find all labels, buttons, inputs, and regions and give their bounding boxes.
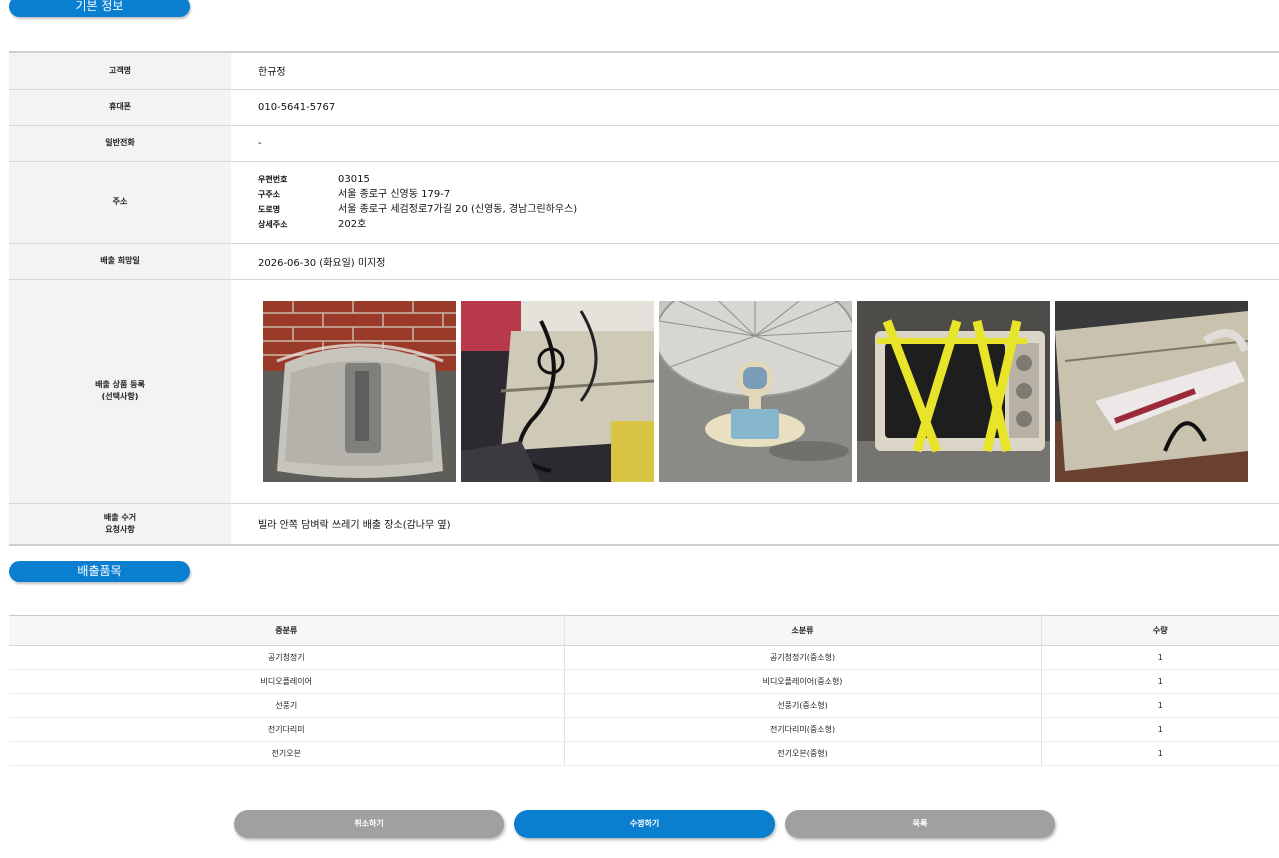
phone-label: 일반전화 bbox=[9, 125, 231, 162]
cell-quantity: 1 bbox=[1041, 717, 1279, 742]
basic-info-table: 고객명 한규정 휴대폰 010-5641-5767 일반전화 - 주소 우편번호… bbox=[9, 51, 1279, 546]
cell-quantity: 1 bbox=[1041, 645, 1279, 670]
toaster-oven-photo[interactable] bbox=[857, 300, 1050, 482]
date-label: 배출 희망일 bbox=[9, 243, 231, 280]
old-address-value: 서울 종로구 신영동 179-7 bbox=[338, 189, 451, 200]
table-row: 공기청정기 공기청정기(중소형) 1 bbox=[9, 645, 1279, 670]
cell-category: 비디오플레이어 bbox=[9, 669, 565, 694]
customer-value: 한규정 bbox=[231, 52, 1279, 90]
electric-fan-photo[interactable] bbox=[659, 300, 852, 482]
old-address-label: 구주소 bbox=[258, 190, 281, 199]
address-row: 주소 우편번호 03015 구주소 서울 종로구 신영동 179-7 도로명 서울 종… bbox=[9, 161, 1279, 244]
request-value: 빌라 안쪽 담벼락 쓰레기 배출 장소(감나무 옆) bbox=[258, 520, 451, 532]
cell-subcategory: 비디오플레이어(중소형) bbox=[564, 669, 1042, 694]
table-row: 선풍기 선풍기(중소형) 1 bbox=[9, 693, 1279, 718]
list-button[interactable]: 목록 bbox=[785, 810, 1055, 838]
request-row: 배출 수거 요청사항 빌라 안쪽 담벼락 쓰레기 배출 장소(감나무 옆) bbox=[9, 503, 1279, 545]
cell-subcategory: 선풍기(중소형) bbox=[564, 693, 1042, 718]
postcode-label: 우편번호 bbox=[258, 175, 288, 184]
cell-quantity: 1 bbox=[1041, 741, 1279, 766]
address-label: 주소 bbox=[9, 161, 231, 244]
road-address-value: 서울 종로구 세검정로7가길 20 (신영동, 경남그린하우스) bbox=[338, 204, 578, 215]
date-row: 배출 희망일 2026-06-30 (화요일) 미지정 bbox=[9, 243, 1279, 280]
table-row: 전기다리미 전기다리미(중소형) 1 bbox=[9, 717, 1279, 742]
air-purifier-photo[interactable] bbox=[263, 300, 456, 482]
detail-address-label: 상세주소 bbox=[258, 220, 288, 229]
cell-quantity: 1 bbox=[1041, 669, 1279, 694]
phone-value: - bbox=[231, 125, 1279, 162]
request-label: 배출 수거 요청사항 bbox=[9, 503, 231, 545]
col-header-quantity: 수량 bbox=[1041, 615, 1279, 646]
table-row: 비디오플레이어 비디오플레이어(중소형) 1 bbox=[9, 669, 1279, 694]
road-address-label: 도로명 bbox=[258, 205, 281, 214]
table-row: 전기오븐 전기오븐(중형) 1 bbox=[9, 741, 1279, 766]
cell-subcategory: 전기다리미(중소형) bbox=[564, 717, 1042, 742]
col-header-subcategory: 소분류 bbox=[564, 615, 1042, 646]
photos-label-line2: (선택사항) bbox=[101, 392, 139, 401]
col-header-category: 중분류 bbox=[9, 615, 565, 646]
photos-label: 배출 상품 등록 (선택사항) bbox=[9, 279, 231, 504]
mobile-label: 휴대폰 bbox=[9, 89, 231, 126]
cell-quantity: 1 bbox=[1041, 693, 1279, 718]
cancel-button[interactable]: 취소하기 bbox=[234, 810, 504, 838]
customer-label: 고객명 bbox=[9, 52, 231, 90]
detail-address-value: 202호 bbox=[338, 219, 367, 230]
photos-cell bbox=[231, 279, 1279, 504]
phone-row: 일반전화 - bbox=[9, 125, 1279, 162]
cell-subcategory: 전기오븐(중형) bbox=[564, 741, 1042, 766]
photos-label-line1: 배출 상품 등록 bbox=[95, 380, 145, 389]
postcode-value: 03015 bbox=[338, 174, 370, 185]
cell-category: 전기오븐 bbox=[9, 741, 565, 766]
date-value: 2026-06-30 (화요일) 미지정 bbox=[231, 243, 1279, 280]
request-label-line1: 배출 수거 bbox=[103, 512, 137, 522]
photo-gallery bbox=[258, 300, 1279, 482]
video-player-photo[interactable] bbox=[461, 300, 654, 482]
cell-category: 공기청정기 bbox=[9, 645, 565, 670]
cell-category: 선풍기 bbox=[9, 693, 565, 718]
request-label-line2: 요청사항 bbox=[105, 524, 135, 534]
address-block: 우편번호 03015 구주소 서울 종로구 신영동 179-7 도로명 서울 종로구 … bbox=[231, 161, 1279, 244]
electric-iron-photo[interactable] bbox=[1055, 300, 1248, 482]
basic-info-section-title: 기본 정보 bbox=[9, 0, 190, 17]
mobile-row: 휴대폰 010-5641-5767 bbox=[9, 89, 1279, 126]
items-table: 중분류 소분류 수량 공기청정기 공기청정기(중소형) 1 비디오플레이어 비디… bbox=[9, 615, 1279, 766]
items-section-title: 배출품목 bbox=[9, 561, 190, 582]
edit-button[interactable]: 수정하기 bbox=[514, 810, 775, 838]
cell-subcategory: 공기청정기(중소형) bbox=[564, 645, 1042, 670]
mobile-value: 010-5641-5767 bbox=[231, 89, 1279, 126]
cell-category: 전기다리미 bbox=[9, 717, 565, 742]
customer-row: 고객명 한규정 bbox=[9, 52, 1279, 90]
photos-row: 배출 상품 등록 (선택사항) bbox=[9, 279, 1279, 504]
items-header-row: 중분류 소분류 수량 bbox=[9, 615, 1279, 646]
